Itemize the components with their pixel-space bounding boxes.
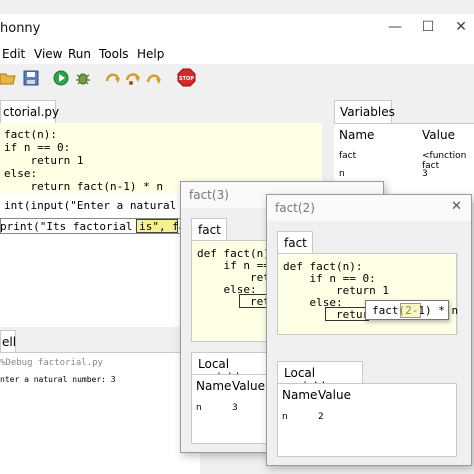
shell-tab[interactable]: ell [0,330,16,352]
menu-bar: Edit View Run Tools Help [0,44,474,64]
variable-value: <function fact [422,151,467,171]
debug-frame-tab-label: fact [284,236,307,250]
menu-help[interactable]: Help [137,47,164,61]
debug-code-scrollbar[interactable] [457,253,467,335]
menu-view[interactable]: View [34,47,62,61]
debug-frame-code: def fact(n): if n == 0: return 1 else: r… [277,253,457,335]
save-icon[interactable] [23,70,39,86]
debug-frame-tab[interactable]: fact [277,231,313,253]
locals-header-name[interactable]: Name [282,388,317,402]
menu-tools[interactable]: Tools [99,47,129,61]
menu-run[interactable]: Run [68,47,91,61]
local-variables-tab[interactable]: Local variables [191,352,277,385]
step-into-icon[interactable] [125,70,141,86]
shell-line: %Debug factorial.py [0,358,103,368]
window-title: honny [0,21,41,36]
local-variable-value: 2 [318,412,324,422]
debug-frame-title: fact(3) [189,188,229,202]
shell-panel[interactable] [0,352,200,474]
code-line: return fact(n-1) * n [4,180,163,193]
code-line: return [283,308,376,321]
variables-tab-label: Variables [340,105,395,119]
debug-frame-window-fact2[interactable]: fact(2) ✕ fact def fact(n): if n == 0: r… [266,194,472,466]
code-line: fact(n): [4,128,57,141]
variables-tab[interactable]: Variables [334,100,395,123]
debug-frame-title: fact(2) [275,201,315,215]
variable-name: n [339,169,345,179]
code-line: else: [4,167,38,180]
locals-header-value[interactable]: Value [232,379,265,393]
variables-header-name[interactable]: Name [339,128,374,142]
code-line: return 1 [4,154,84,167]
shell-tab-label: ell [2,335,17,349]
minimize-button[interactable]: — [385,19,405,35]
evaluated-subexpression-highlight [400,303,421,318]
variables-header-value[interactable]: Value [422,128,455,142]
title-bar: honny — ☐ ✕ [0,14,474,44]
stop-icon[interactable]: STOP [177,68,196,87]
code-line: if n == 0: [4,141,71,154]
local-variable-name: n [282,412,288,422]
locals-header-name[interactable]: Name [196,379,231,393]
locals-header-value[interactable]: Value [318,388,351,402]
debug-frame-tab[interactable]: fact [191,218,227,240]
local-variables-panel: Name Value n 2 [277,383,457,457]
maximize-button[interactable]: ☐ [418,19,438,35]
step-over-icon[interactable] [105,70,121,86]
svg-text:STOP: STOP [179,76,194,82]
local-variable-value: 3 [232,403,238,413]
toolbar: STOP [0,64,474,94]
variable-value: 3 [422,169,428,179]
open-icon[interactable] [0,70,16,86]
step-out-icon[interactable] [146,70,162,86]
close-button[interactable]: ✕ [451,19,471,35]
variable-name: fact [339,151,357,161]
editor-tab-factorial[interactable]: ctorial.py × [0,100,60,133]
debug-frame-tab-label: fact [198,223,221,237]
local-variables-tab[interactable]: Local variables [277,361,363,394]
menu-edit[interactable]: Edit [2,47,25,61]
evaluation-popup: fact(2-1) * n [365,300,458,320]
debug-icon[interactable] [75,70,91,86]
editor-tab-label: ctorial.py [3,105,60,119]
local-variable-name: n [196,403,202,413]
debug-frame-titlebar[interactable]: fact(2) ✕ [267,195,471,221]
debug-frame-close-button[interactable]: ✕ [451,199,462,214]
shell-line: nter a natural number: 3 [0,375,116,384]
run-icon[interactable] [53,70,69,86]
